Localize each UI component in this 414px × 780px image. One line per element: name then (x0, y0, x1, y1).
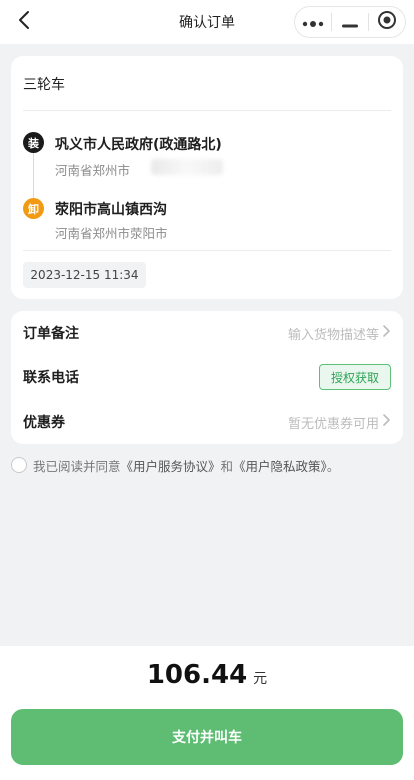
vehicle-type: 三轮车 (23, 77, 65, 93)
confirm-order-page: 确认订单 三轮车 装 巩义市人民政府(政通路北) 河南省郑州市 卸 荥阳市高山镇… (0, 0, 414, 780)
chevron-right-icon (381, 413, 391, 431)
route-card: 三轮车 装 巩义市人民政府(政通路北) 河南省郑州市 卸 荥阳市高山镇西沟 河南… (11, 56, 403, 299)
unload-badge: 卸 (23, 198, 44, 219)
mini-program-capsule (294, 6, 406, 38)
authorize-phone-button[interactable]: 授权获取 (318, 364, 391, 390)
privacy-policy-link[interactable]: 《用户隐私政策》 (233, 459, 327, 474)
agreement-prefix: 我已阅读并同意 (33, 458, 121, 474)
target-close-icon (377, 10, 397, 34)
unload-location-address: 河南省郑州市荥阳市 (55, 226, 168, 241)
divider (23, 110, 391, 111)
agreement-checkbox[interactable] (11, 457, 27, 473)
remark-input[interactable]: 输入货物描述等 (288, 324, 391, 343)
total-price: 106.44 元 (0, 660, 414, 690)
coupon-status: 暂无优惠券可用 (287, 416, 379, 432)
payment-footer: 106.44 元 支付并叫车 (0, 646, 414, 780)
phone-label: 联系电话 (23, 370, 79, 386)
agreement-text: 我已阅读并同意《用户服务协议》和《用户隐私政策》。 (33, 456, 339, 475)
close-button[interactable] (369, 7, 405, 37)
remark-label: 订单备注 (23, 326, 79, 342)
agreement-suffix: 。 (326, 458, 340, 474)
unload-location-name[interactable]: 荥阳市高山镇西沟 (55, 199, 167, 219)
agreement-row: 我已阅读并同意《用户服务协议》和《用户隐私政策》。 (11, 455, 339, 475)
divider (23, 250, 391, 251)
pay-and-call-button[interactable]: 支付并叫车 (11, 709, 403, 765)
minimize-icon (342, 13, 358, 32)
navigation-bar: 确认订单 (0, 0, 414, 44)
more-dots-icon (302, 13, 324, 32)
order-info-card: 订单备注 输入货物描述等 联系电话 授权获取 优惠券 暂无优惠券可用 (11, 311, 403, 444)
load-badge: 装 (23, 132, 44, 153)
agreement-and: 和 (220, 458, 234, 474)
address-redaction (151, 159, 223, 175)
price-amount: 106.44 (146, 660, 248, 690)
service-agreement-link[interactable]: 《用户服务协议》 (121, 459, 221, 474)
coupon-value[interactable]: 暂无优惠券可用 (288, 413, 391, 432)
more-button[interactable] (295, 7, 331, 37)
coupon-row[interactable]: 优惠券 暂无优惠券可用 (11, 400, 403, 444)
minimize-button[interactable] (332, 7, 368, 37)
remark-row[interactable]: 订单备注 输入货物描述等 (11, 311, 403, 355)
price-unit: 元 (253, 671, 268, 687)
pickup-time-chip[interactable]: 2023-12-15 11:34 (23, 262, 146, 288)
phone-row: 联系电话 授权获取 (11, 355, 403, 399)
coupon-label: 优惠券 (23, 415, 65, 431)
load-location-name[interactable]: 巩义市人民政府(政通路北) (55, 134, 222, 154)
load-location-address: 河南省郑州市 (55, 163, 131, 178)
chevron-right-icon (381, 324, 391, 342)
remark-placeholder: 输入货物描述等 (287, 327, 379, 343)
